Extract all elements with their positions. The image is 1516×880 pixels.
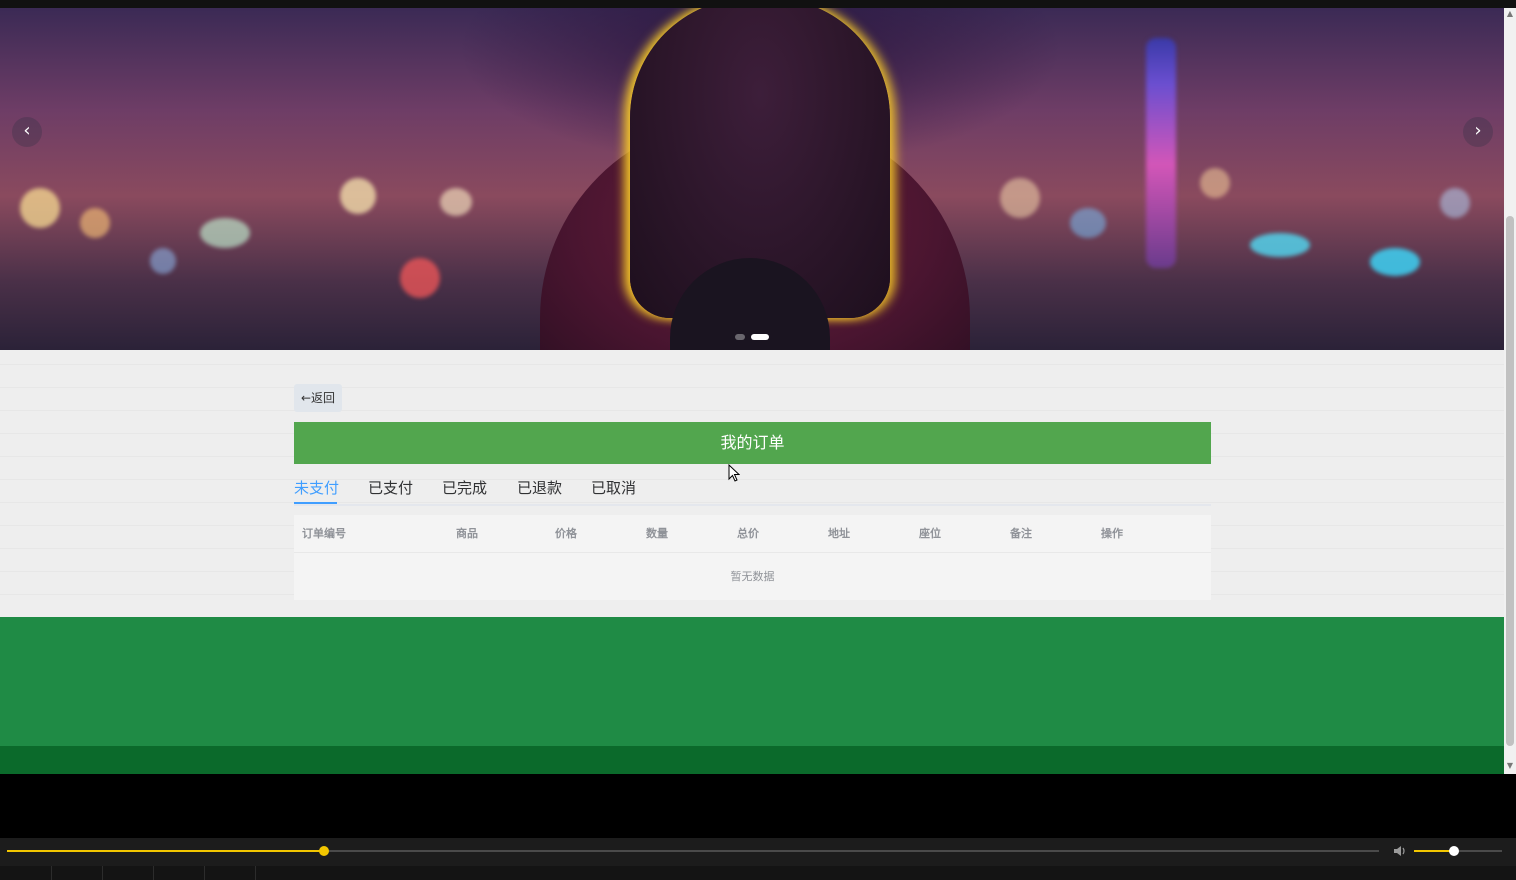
footer (0, 617, 1504, 746)
column-header-price: 价格 (555, 527, 577, 540)
back-button[interactable]: ←返回 (294, 384, 342, 412)
carousel-indicators (0, 326, 1504, 345)
volume-handle[interactable] (1448, 846, 1459, 856)
bokeh-light (150, 248, 176, 274)
bokeh-light (1200, 168, 1230, 198)
order-status-tabs: 未支付 已支付 已完成 已退款 已取消 (294, 472, 1211, 506)
player-control-button[interactable] (153, 866, 205, 880)
tab-unpaid[interactable]: 未支付 (294, 472, 339, 504)
player-control-button[interactable] (102, 866, 154, 880)
scrollbar-thumb[interactable] (1506, 216, 1514, 746)
volume-slider[interactable] (1414, 846, 1502, 856)
carousel-next-button[interactable]: › (1463, 117, 1493, 147)
banner-carousel: ‹ › (0, 8, 1504, 350)
column-header-quantity: 数量 (646, 527, 668, 540)
column-header-total: 总价 (737, 527, 759, 540)
volume-level (1414, 850, 1454, 852)
seek-progress (7, 850, 324, 852)
bokeh-light (1440, 188, 1470, 218)
player-control-button[interactable] (0, 866, 52, 880)
page-scrollbar[interactable]: ▲ ▼ (1504, 8, 1516, 774)
orders-section: ←返回 我的订单 未支付 已支付 已完成 已退款 已取消 订单编号 商品 价格 … (0, 350, 1504, 617)
column-header-remark: 备注 (1010, 527, 1032, 540)
player-control-row (0, 866, 1516, 880)
mouse-cursor-icon (728, 464, 740, 482)
bokeh-light (20, 188, 60, 228)
seek-bar[interactable] (7, 846, 1379, 856)
column-header-actions: 操作 (1101, 527, 1123, 540)
player-control-button[interactable] (204, 866, 256, 880)
carousel-indicator-dot[interactable] (735, 333, 745, 340)
seek-handle[interactable] (318, 846, 329, 856)
scroll-up-arrow-icon[interactable]: ▲ (1506, 8, 1514, 20)
bokeh-light (400, 258, 440, 298)
orders-table: 订单编号 商品 价格 数量 总价 地址 座位 备注 操作 暂无数据 (294, 515, 1211, 600)
bokeh-light (1370, 248, 1420, 276)
column-header-order-id: 订单编号 (302, 527, 346, 540)
tab-cancelled[interactable]: 已取消 (591, 472, 636, 504)
scroll-down-arrow-icon[interactable]: ▼ (1506, 760, 1514, 772)
chevron-right-icon: › (1474, 120, 1482, 141)
bokeh-light (200, 218, 250, 248)
tab-completed[interactable]: 已完成 (442, 472, 487, 504)
bokeh-light (1250, 233, 1310, 257)
column-header-address: 地址 (828, 527, 850, 540)
bokeh-light (1070, 208, 1106, 238)
city-tower (1146, 38, 1176, 268)
bokeh-light (440, 188, 472, 216)
bokeh-light (340, 178, 376, 214)
web-page: ‹ › ←返回 我的订单 未支付 已支付 已完成 已退款 已取消 订单编号 商品… (0, 8, 1504, 774)
carousel-indicator-dot[interactable] (751, 333, 769, 340)
bokeh-light (1000, 178, 1040, 218)
top-edge (0, 0, 1516, 8)
table-empty-text: 暂无数据 (730, 570, 775, 583)
chevron-left-icon: ‹ (23, 120, 31, 141)
speaker-icon[interactable] (1392, 843, 1408, 859)
table-header: 订单编号 商品 价格 数量 总价 地址 座位 备注 操作 (294, 515, 1211, 553)
active-tab-indicator (294, 502, 337, 504)
column-header-seat: 座位 (919, 527, 941, 540)
page-title: 我的订单 (294, 422, 1211, 464)
carousel-prev-button[interactable]: ‹ (12, 117, 42, 147)
tab-refunded[interactable]: 已退款 (517, 472, 562, 504)
tab-paid[interactable]: 已支付 (368, 472, 413, 504)
bokeh-light (80, 208, 110, 238)
hooded-figure (520, 8, 980, 350)
player-control-button[interactable] (51, 866, 103, 880)
video-player-controls (0, 838, 1516, 880)
column-header-product: 商品 (456, 527, 478, 540)
footer-bottom-bar (0, 746, 1504, 774)
